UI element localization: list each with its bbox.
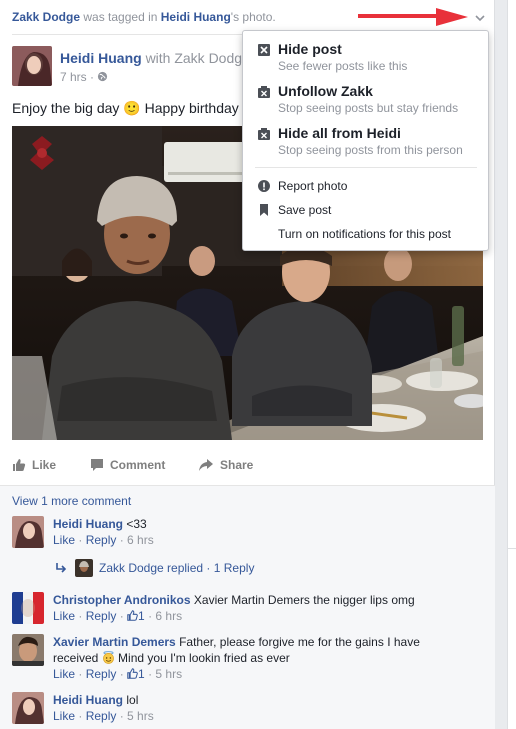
story-suffix: 's photo. [230,10,276,24]
comment-time[interactable]: 6 hrs [127,533,154,547]
unfollow-icon [258,86,270,98]
view-more-comments-link[interactable]: View 1 more comment [12,494,131,508]
comment-time[interactable]: 5 hrs [127,709,154,723]
comment-author[interactable]: Heidi Huang [53,517,123,531]
comment-like-link[interactable]: Like [53,709,75,723]
post-with-text: with Zakk Dodge [145,50,250,66]
comment-author[interactable]: Xavier Martin Demers [53,635,176,649]
post-author-line: Heidi Huang with Zakk Dodge [60,50,250,66]
post-text: Enjoy the big day 🙂 Happy birthday [12,100,239,116]
comment-label: Comment [110,458,166,472]
menu-unfollow-title: Unfollow Zakk [278,83,373,99]
comment-reply-link[interactable]: Reply [86,667,117,681]
thumbs-up-icon [13,459,26,471]
author-avatar[interactable] [12,46,52,86]
comment-icon [91,459,103,471]
report-icon [258,180,270,192]
comment-time[interactable]: 5 hrs [155,667,182,681]
menu-report-label: Report photo [278,179,348,193]
comment-button[interactable]: Comment [90,458,165,472]
comments-section: View 1 more comment Heidi Huang <33 Like… [0,485,495,729]
thumbs-up-icon [127,610,138,621]
comment-reply-link[interactable]: Reply [86,533,117,547]
hide-all-icon [258,128,270,140]
menu-save-label: Save post [278,203,332,217]
reply-arrow-icon [56,563,67,573]
share-icon [199,459,213,471]
menu-hide-all-sub: Stop seeing posts from this person [278,143,463,157]
menu-unfollow-sub: Stop seeing posts but stay friends [278,101,459,115]
menu-hide-post-title: Hide post [278,41,342,57]
comment-text-end: Mind you I'm lookin fried as ever [118,651,290,665]
post-timestamp: 7 hrs · [60,70,108,84]
comment-time[interactable]: 6 hrs [155,609,182,623]
story-owner-link[interactable]: Heidi Huang [161,10,231,24]
reply-author[interactable]: Zakk Dodge [99,561,164,575]
comment-like-link[interactable]: Like [53,533,75,547]
menu-notify-label: Turn on notifications for this post [278,227,451,241]
post-author-link[interactable]: Heidi Huang [60,50,142,66]
post-options-menu: Hide post See fewer posts like this Unfol… [242,30,489,251]
comment-text: <33 [126,517,147,531]
post-time-link[interactable]: 7 hrs [60,70,87,84]
menu-separator [255,167,477,168]
like-label: Like [32,458,57,472]
globe-icon [98,71,108,82]
thumbs-up-icon [127,668,138,679]
innocent-emoji-icon [102,651,114,664]
bookmark-icon [260,204,268,216]
red-arrow-annotation [358,8,468,26]
comment-like-link[interactable]: Like [53,609,75,623]
comment-like-count[interactable]: 1 [127,667,145,681]
comment-reply-link[interactable]: Reply [86,709,117,723]
comment-reply-link[interactable]: Reply [86,609,117,623]
close-box-icon [258,44,270,56]
like-button[interactable]: Like [12,458,56,472]
share-label: Share [220,458,254,472]
reply-text: replied [167,561,204,575]
comment-like-link[interactable]: Like [53,667,75,681]
reply-count[interactable]: 1 Reply [214,561,255,575]
comment-author[interactable]: Heidi Huang [53,693,123,707]
right-column-edge [507,0,516,729]
share-button[interactable]: Share [198,458,253,472]
comment-author[interactable]: Christopher Andronikos [53,593,191,607]
reply-summary[interactable]: Zakk Dodge replied · 1 Reply [55,559,254,577]
menu-hide-post-sub: See fewer posts like this [278,59,408,73]
reply-avatar [75,559,93,577]
chevron-down-icon[interactable] [474,12,486,24]
comment-text: Xavier Martin Demers the nigger lips omg [193,593,415,607]
comment-avatar[interactable] [12,592,44,624]
menu-hide-all-title: Hide all from Heidi [278,125,401,141]
comment-text-cont: received [53,651,99,665]
comment-avatar[interactable] [12,634,44,666]
story-verb: was tagged in [83,10,158,24]
comment-text: Father, please forgive me for the gains … [179,635,420,649]
comment-like-count[interactable]: 1 [127,609,145,623]
comment-avatar[interactable] [12,516,44,548]
story-header: Zakk Dodge was tagged in Heidi Huang's p… [12,10,276,24]
story-actor-link[interactable]: Zakk Dodge [12,10,80,24]
post-actions: Like Comment Share [12,458,483,478]
comment-avatar[interactable] [12,692,44,724]
comment-text: lol [126,693,139,707]
